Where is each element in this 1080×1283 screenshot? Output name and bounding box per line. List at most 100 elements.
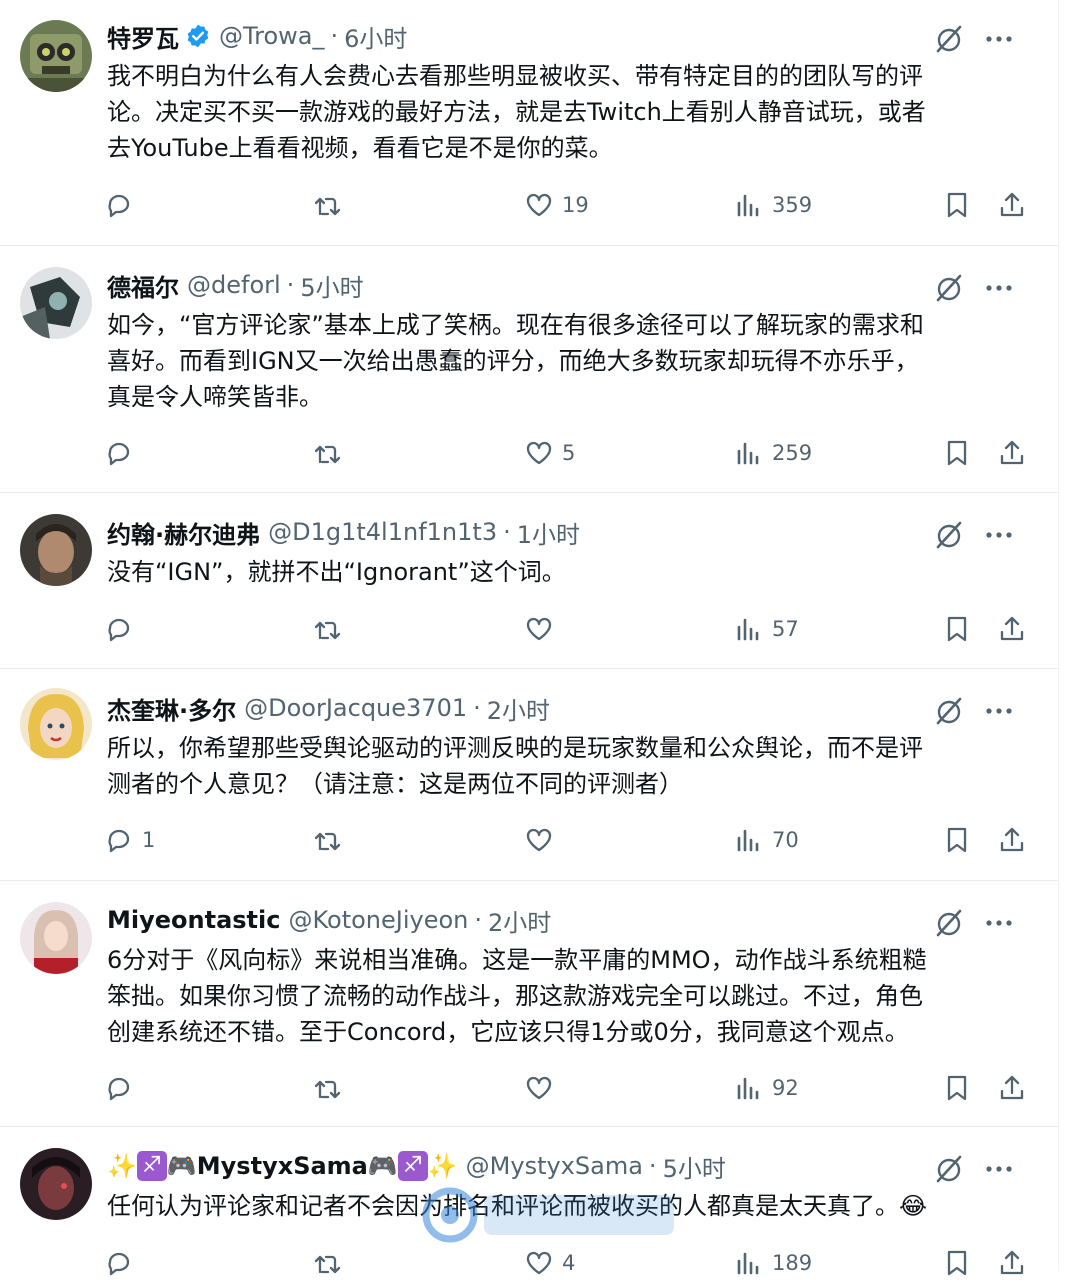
views-button[interactable]: 259: [734, 433, 812, 473]
reply-button[interactable]: [104, 185, 142, 225]
bookmark-button[interactable]: [942, 1068, 972, 1108]
share-button[interactable]: [997, 609, 1027, 649]
display-name[interactable]: 杰奎琳·多尔: [107, 691, 236, 726]
views-chart-icon: [737, 1077, 759, 1100]
grok-icon[interactable]: [934, 273, 964, 303]
tweet-text: 所以，你希望那些受舆论驱动的评测反映的是玩家数量和公众舆论，而不是评 测者的个人…: [107, 730, 1027, 802]
bookmark-button[interactable]: [942, 185, 972, 225]
share-button[interactable]: [997, 1243, 1027, 1283]
reply-button[interactable]: [104, 433, 142, 473]
views-button[interactable]: 92: [734, 1068, 799, 1108]
sparkles-icon: ✨: [427, 1152, 458, 1180]
more-options-icon[interactable]: [984, 908, 1014, 938]
tweet[interactable]: 约翰·赫尔迪弗 @D1g1t4l1nf1n1t3 · 1小时 没有“IGN”，就…: [0, 492, 1058, 669]
timestamp[interactable]: 5小时: [663, 1149, 726, 1184]
grok-icon[interactable]: [934, 24, 964, 54]
reply-button[interactable]: 1: [104, 820, 155, 860]
repost-button[interactable]: [312, 185, 350, 225]
action-bar: 92: [104, 1068, 1034, 1108]
user-handle[interactable]: @DoorJacque3701: [244, 694, 467, 722]
user-handle[interactable]: @KotoneJiyeon: [288, 906, 468, 934]
like-button[interactable]: 5: [524, 433, 575, 473]
user-handle[interactable]: @D1g1t4l1nf1n1t3: [268, 518, 497, 546]
display-name[interactable]: 特罗瓦: [107, 19, 179, 54]
tweet-text-line: 6分对于《风向标》来说相当准确。这是一款平庸的MMO，动作战斗系统粗糙: [107, 946, 927, 974]
user-handle[interactable]: @Trowa_: [219, 22, 325, 50]
bookmark-button[interactable]: [942, 820, 972, 860]
bookmark-button[interactable]: [942, 433, 972, 473]
views-button[interactable]: 189: [734, 1243, 812, 1283]
avatar[interactable]: [20, 20, 92, 92]
tweet[interactable]: 德福尔 @deforl · 5小时 如今，“官方评论家”基本上成了笑柄。现在有很…: [0, 245, 1058, 493]
like-button[interactable]: [524, 1068, 562, 1108]
repost-button[interactable]: [312, 433, 350, 473]
tweet-text-line: 测者的个人意见？（请注意：这是两位不同的评测者）: [107, 770, 683, 798]
views-button[interactable]: 359: [734, 185, 812, 225]
bookmark-icon: [947, 440, 967, 466]
avatar[interactable]: [20, 1148, 92, 1220]
reply-button[interactable]: [104, 1068, 142, 1108]
tweet-text: 没有“IGN”，就拼不出“Ignorant”这个词。: [107, 554, 1027, 590]
tweet-text: 如今，“官方评论家”基本上成了笑柄。现在有很多途径可以了解玩家的需求和 喜好。而…: [107, 307, 1027, 415]
bookmark-button[interactable]: [942, 1243, 972, 1283]
views-button[interactable]: 70: [734, 820, 799, 860]
avatar[interactable]: [20, 267, 92, 339]
user-handle[interactable]: @deforl: [187, 271, 281, 299]
more-options-icon[interactable]: [984, 520, 1014, 550]
share-button[interactable]: [997, 185, 1027, 225]
like-button[interactable]: [524, 820, 562, 860]
repost-icon: [314, 445, 341, 464]
heart-icon: [526, 1251, 552, 1275]
display-name[interactable]: 约翰·赫尔迪弗: [107, 515, 260, 550]
repost-button[interactable]: [312, 820, 350, 860]
timestamp[interactable]: 5小时: [300, 268, 363, 303]
bookmark-button[interactable]: [942, 609, 972, 649]
repost-button[interactable]: [312, 1068, 350, 1108]
grok-icon[interactable]: [934, 908, 964, 938]
tweet[interactable]: Miyeontastic @KotoneJiyeon · 2小时 6分对于《风向…: [0, 880, 1058, 1127]
more-options-icon[interactable]: [984, 24, 1014, 54]
avatar[interactable]: [20, 688, 92, 760]
grok-icon[interactable]: [934, 520, 964, 550]
tweet[interactable]: 特罗瓦 @Trowa_ · 6小时 我不明白为什么有人会费心去看那些明显被收买、…: [0, 0, 1058, 246]
share-button[interactable]: [997, 433, 1027, 473]
separator-dot: ·: [474, 906, 483, 934]
grok-icon[interactable]: [934, 1154, 964, 1184]
tweet-text-line: 没有“IGN”，就拼不出“Ignorant”这个词。: [107, 558, 566, 586]
reply-icon: [108, 1252, 130, 1276]
share-button[interactable]: [997, 820, 1027, 860]
repost-button[interactable]: [312, 1243, 350, 1283]
views-button[interactable]: 57: [734, 609, 799, 649]
view-count: 189: [772, 1251, 813, 1275]
views-chart-icon: [737, 618, 759, 641]
timestamp[interactable]: 2小时: [488, 903, 551, 938]
more-options-icon[interactable]: [984, 273, 1014, 303]
action-bar: 57: [104, 609, 1034, 649]
avatar[interactable]: [20, 514, 92, 586]
display-name[interactable]: Miyeontastic: [107, 906, 280, 934]
heart-icon: [526, 193, 552, 217]
like-button[interactable]: [524, 609, 562, 649]
more-options-icon[interactable]: [984, 696, 1014, 726]
separator-dot: ·: [503, 518, 511, 546]
display-name[interactable]: 德福尔: [107, 268, 179, 303]
timestamp[interactable]: 2小时: [487, 691, 550, 726]
share-button[interactable]: [997, 1068, 1027, 1108]
more-options-icon[interactable]: [984, 1154, 1014, 1184]
user-handle[interactable]: @MystyxSama: [466, 1152, 643, 1180]
like-button[interactable]: 4: [524, 1243, 575, 1283]
tweet-text-line: 论。决定买不买一款游戏的最好方法，就是去Twitch上看别人静音试玩，或者: [107, 98, 926, 126]
timestamp[interactable]: 6小时: [344, 19, 407, 54]
timestamp[interactable]: 1小时: [517, 515, 580, 550]
grok-icon[interactable]: [934, 696, 964, 726]
reply-button[interactable]: [104, 609, 142, 649]
like-button[interactable]: 19: [524, 185, 589, 225]
avatar[interactable]: [20, 902, 92, 974]
bookmark-icon: [947, 616, 967, 642]
repost-button[interactable]: [312, 609, 350, 649]
reply-button[interactable]: [104, 1243, 142, 1283]
tweet[interactable]: 杰奎琳·多尔 @DoorJacque3701 · 2小时 所以，你希望那些受舆论…: [0, 668, 1058, 881]
repost-icon: [314, 621, 341, 640]
display-name[interactable]: ✨ ♐ 🎮 MystyxSama 🎮 ♐ ✨: [107, 1151, 458, 1181]
reply-feed: 特罗瓦 @Trowa_ · 6小时 我不明白为什么有人会费心去看那些明显被收买、…: [0, 0, 1059, 1276]
